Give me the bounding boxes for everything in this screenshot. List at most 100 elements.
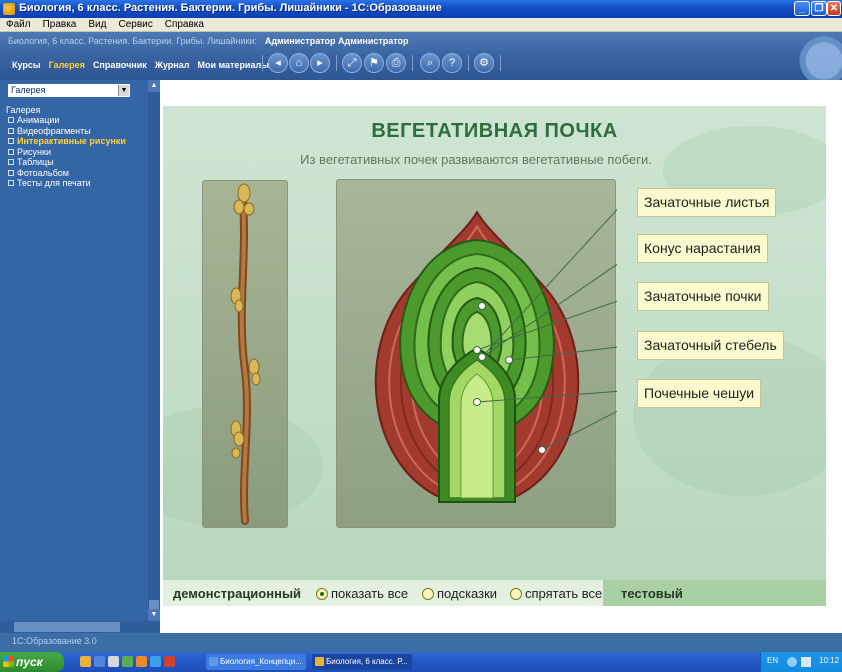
window-titlebar[interactable]: Биология, 6 класс. Растения. Бактерии. Г…	[0, 0, 842, 18]
label-embryonic-leaves[interactable]: Зачаточные листья	[637, 188, 777, 217]
embryonic-stem	[438, 346, 516, 503]
toolbar-separator	[262, 55, 263, 71]
toolbar-separator	[336, 55, 337, 71]
breadcrumb: Биология, 6 класс. Растения. Бактерии. Г…	[8, 36, 409, 46]
toolbar-separator	[468, 55, 469, 71]
radio-icon	[510, 588, 522, 600]
sidebar-item-label: Таблицы	[17, 157, 54, 167]
quicklaunch-icon[interactable]	[80, 656, 91, 667]
hscroll-thumb[interactable]	[14, 622, 120, 632]
home-icon[interactable]: ⌂	[289, 53, 309, 73]
taskbar-item-document[interactable]: Биология_Концепци...	[206, 654, 306, 670]
radio-label: показать все	[331, 586, 409, 601]
checkbox-icon	[8, 138, 14, 144]
help-icon[interactable]: ?	[442, 53, 462, 73]
label-growth-cone[interactable]: Конус нарастания	[637, 234, 768, 263]
radio-selected-icon	[316, 588, 328, 600]
label-embryonic-buds[interactable]: Зачаточные почки	[637, 282, 769, 311]
sidebar-item-animations[interactable]: Анимации	[8, 115, 126, 126]
breadcrumb-course: Биология, 6 класс. Растения. Бактерии. Г…	[8, 36, 257, 46]
radio-show-all[interactable]: показать все	[316, 586, 408, 601]
label-bud-scales[interactable]: Почечные чешуи	[637, 379, 762, 408]
start-button[interactable]: пуск	[0, 652, 64, 672]
maximize-button[interactable]: ❐	[811, 1, 827, 16]
scroll-down-icon[interactable]: ▼	[148, 609, 160, 621]
sidebar-item-label: Анимации	[17, 115, 60, 125]
checkbox-icon	[8, 180, 14, 186]
quicklaunch-icon[interactable]	[94, 656, 105, 667]
sidebar: Галерея ▼ Галерея Анимации Видеофрагмент…	[0, 80, 160, 633]
sidebar-hscrollbar[interactable]	[0, 621, 148, 633]
sidebar-item-interactive[interactable]: Интерактивные рисунки	[8, 136, 126, 147]
language-indicator[interactable]: EN	[767, 656, 778, 665]
test-mode-label: тестовый	[621, 586, 683, 601]
arrow-right-icon[interactable]: ▸	[310, 53, 330, 73]
volume-icon[interactable]	[801, 657, 811, 667]
fullscreen-icon[interactable]: ⤢	[342, 53, 362, 73]
quicklaunch-icon[interactable]	[108, 656, 119, 667]
checkbox-icon	[8, 169, 14, 176]
network-icon[interactable]	[787, 657, 797, 667]
menu-service[interactable]: Сервис	[112, 18, 158, 32]
nav-tabs: Курсы Галерея Справочник Журнал Мои материал…	[12, 58, 277, 72]
sidebar-item-videos[interactable]: Видеофрагменты	[8, 126, 126, 137]
twig-illustration	[230, 183, 261, 525]
menu-file[interactable]: Файл	[0, 18, 37, 32]
chevron-down-icon[interactable]: ▼	[118, 85, 129, 96]
app-icon	[315, 657, 324, 666]
checkbox-icon	[8, 127, 14, 134]
bud-section-illustration	[374, 189, 636, 503]
arrow-left-icon[interactable]: ◂	[268, 53, 288, 73]
quicklaunch-icon[interactable]	[122, 656, 133, 667]
system-tray: EN 10:12	[760, 652, 842, 672]
tools-icon[interactable]: ⚙	[474, 53, 494, 73]
checkbox-icon	[8, 148, 14, 155]
document-icon	[209, 657, 218, 666]
search-icon[interactable]: ⌕	[420, 53, 440, 73]
sidebar-item-photoalbum[interactable]: Фотоальбом	[8, 168, 126, 179]
sidebar-item-pictures[interactable]: Рисунки	[8, 147, 126, 158]
radio-hide-all[interactable]: спрятать все	[510, 586, 602, 601]
tab-gallery[interactable]: Галерея	[49, 58, 85, 72]
section-select-value: Галерея	[11, 85, 46, 95]
quicklaunch-icon[interactable]	[136, 656, 147, 667]
minimize-button[interactable]: _	[794, 1, 810, 16]
toolbar-separator	[500, 55, 501, 71]
demo-mode-section: демонстрационный показать все подсказки …	[163, 580, 603, 606]
test-mode-section[interactable]: тестовый	[603, 580, 826, 606]
sidebar-item-label: Интерактивные рисунки	[17, 136, 126, 146]
content-right-margin	[826, 106, 842, 633]
label-embryonic-stem[interactable]: Зачаточный стебель	[637, 331, 784, 360]
sidebar-item-label: Рисунки	[17, 146, 51, 157]
menu-help[interactable]: Справка	[159, 18, 210, 32]
task-label: Биология_Концепци...	[220, 657, 302, 666]
quicklaunch-icon[interactable]	[150, 656, 161, 667]
sidebar-item-print-tests[interactable]: Тесты для печати	[8, 178, 126, 189]
menu-view[interactable]: Вид	[82, 18, 112, 32]
quicklaunch-icon[interactable]	[164, 656, 175, 667]
tab-courses[interactable]: Курсы	[12, 58, 41, 72]
status-text: 1С:Образование 3.0	[12, 636, 97, 646]
content-area: ВЕГЕТАТИВНАЯ ПОЧКА Из вегетативных почек…	[160, 80, 842, 633]
sidebar-scrollbar[interactable]: ▲ ▼	[148, 80, 160, 633]
menu-edit[interactable]: Правка	[37, 18, 83, 32]
product-logo	[782, 32, 842, 80]
task-label: Биология, 6 класс. Р...	[326, 657, 408, 666]
tab-journal[interactable]: Журнал	[155, 58, 190, 72]
sidebar-item-tables[interactable]: Таблицы	[8, 157, 126, 168]
tab-reference[interactable]: Справочник	[93, 58, 147, 72]
figure-title: ВЕГЕТАТИВНАЯ ПОЧКА	[371, 120, 618, 142]
taskbar-item-biology-app[interactable]: Биология, 6 класс. Р...	[312, 654, 412, 670]
windows-flag-icon	[3, 656, 14, 667]
taskbar: пуск Биология_Концепци... Биология, 6 кл…	[0, 652, 842, 672]
tab-my-materials[interactable]: Мои материалы	[197, 58, 268, 72]
print-icon[interactable]: ⎙	[386, 53, 406, 73]
close-button[interactable]: ✕	[827, 1, 841, 16]
radio-label: подсказки	[437, 586, 498, 601]
scroll-up-icon[interactable]: ▲	[148, 80, 160, 92]
section-select[interactable]: Галерея ▼	[8, 84, 130, 97]
bookmark-icon[interactable]: ⚑	[364, 53, 384, 73]
checkbox-icon	[8, 117, 14, 123]
radio-icon	[422, 588, 434, 600]
radio-hints[interactable]: подсказки	[422, 586, 497, 601]
